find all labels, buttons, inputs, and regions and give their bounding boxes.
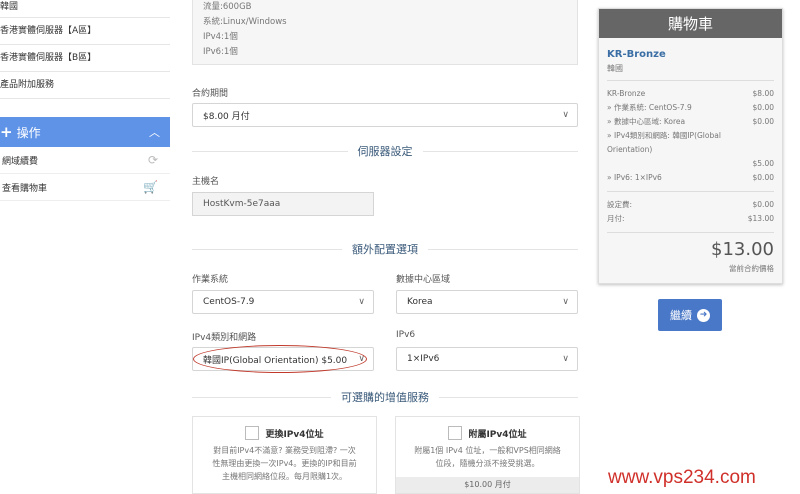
datacenter-label: 數據中心區域	[396, 275, 451, 285]
sidebar-item-hk-b[interactable]: 香港實體伺服器【B區】	[0, 45, 170, 72]
continue-button[interactable]: 繼續 ➜	[658, 299, 722, 331]
addon-desc-line: 主機相同網絡位段。每月限購1次。	[221, 472, 348, 481]
cart-line: KR-Bronze $8.00	[607, 89, 774, 98]
ipv4-label: IPv4類別和網路	[192, 333, 257, 343]
arrow-right-icon: ➜	[697, 308, 710, 322]
cart-product-group: 韓國	[607, 64, 623, 73]
cart-monthly: 月付: $13.00	[607, 214, 774, 223]
billing-cycle-label: 合約期間	[192, 89, 229, 99]
addon-price: $10.00 月付	[396, 477, 579, 493]
spec-ipv6: IPv6:1個	[203, 47, 238, 57]
sidebar-action-view-cart[interactable]: 查看購物車 🛒	[0, 174, 170, 201]
actions-panel: + 操作 ︿ 網域續費 ⟳ 查看購物車 🛒	[0, 117, 170, 204]
datacenter-value: Korea	[407, 297, 433, 307]
cart-line: » 數據中心區域: Korea $0.00	[607, 117, 774, 126]
cart-line: » IPv4類別和網路: 韓國IP(Global	[607, 131, 721, 140]
chevron-down-icon: ∨	[358, 297, 365, 307]
billing-cycle-select[interactable]: $8.00 月付 ∨	[192, 103, 578, 127]
addon-card-extra-ipv4[interactable]: 附屬IPv4位址 附屬1個 IPv4 位址，一般和VPS相同網絡 位段，隨機分派…	[395, 416, 580, 494]
chevron-down-icon: ∨	[562, 110, 569, 120]
hostname-label: 主機名	[192, 177, 220, 187]
addon-desc-line: 性無理由更換一次IPv4。更換的IP和目前	[212, 459, 357, 468]
sidebar-item-korea[interactable]: 韓國	[0, 0, 170, 18]
addon-title: 更換IPv4位址	[265, 429, 324, 440]
cart-total: $13.00	[711, 239, 774, 260]
addons-heading: 可選購的增值服務	[192, 391, 578, 404]
spec-os: 系統:Linux/Windows	[203, 17, 287, 27]
cart-line: » IPv6: 1×IPv6 $0.00	[607, 173, 774, 182]
cart-product-name: KR-Bronze	[607, 49, 666, 60]
plus-icon: +	[0, 123, 13, 141]
addon-desc-line: 對目前IPv4不滿意? 業務受到阻滯? 一次	[213, 446, 356, 455]
cart-line: » 作業系統: CentOS-7.9 $0.00	[607, 103, 774, 112]
sidebar-category-list: 韓國 香港實體伺服器【A區】 香港實體伺服器【B區】 產品附加服務	[0, 0, 170, 99]
cart-line: $5.00	[752, 159, 774, 168]
server-config-heading: 伺服器設定	[192, 145, 578, 158]
chevron-down-icon: ∨	[562, 354, 569, 364]
os-select[interactable]: CentOS-7.9 ∨	[192, 290, 374, 314]
actions-panel-header[interactable]: + 操作 ︿	[0, 117, 170, 147]
ipv6-label: IPv6	[396, 330, 416, 340]
spec-bandwidth: 流量:600GB	[203, 2, 252, 12]
section-title: 額外配置選項	[352, 243, 418, 256]
cart-icon: 🛒	[143, 180, 158, 194]
cart-title: 購物車	[599, 9, 782, 38]
spec-ipv4: IPv4:1個	[203, 32, 238, 42]
actions-title: 操作	[16, 126, 41, 140]
addon-title: 附屬IPv4位址	[468, 429, 527, 440]
chevron-up-icon[interactable]: ︿	[149, 124, 160, 140]
action-label: 查看購物車	[2, 183, 48, 194]
product-spec-box: 流量:600GB 系統:Linux/Windows IPv4:1個 IPv6:1…	[192, 0, 578, 65]
hostname-input[interactable]: HostKvm-5e7aaa	[192, 192, 374, 216]
datacenter-select[interactable]: Korea ∨	[396, 290, 578, 314]
addon-checkbox[interactable]	[448, 426, 463, 440]
os-label: 作業系統	[192, 275, 229, 285]
continue-label: 繼續	[670, 309, 692, 322]
watermark: www.vps234.com	[608, 467, 756, 488]
cart-line: Orientation)	[607, 145, 653, 154]
sidebar-item-hk-a[interactable]: 香港實體伺服器【A區】	[0, 18, 170, 45]
extra-config-heading: 額外配置選項	[192, 243, 578, 256]
os-value: CentOS-7.9	[203, 297, 255, 307]
addon-card-change-ipv4[interactable]: 更換IPv4位址 對目前IPv4不滿意? 業務受到阻滯? 一次 性無理由更換一次…	[192, 416, 377, 494]
addon-checkbox[interactable]	[245, 426, 260, 440]
billing-cycle-value: $8.00 月付	[203, 111, 250, 122]
sidebar-item-addons[interactable]: 產品附加服務	[0, 72, 170, 99]
section-title: 伺服器設定	[357, 145, 413, 158]
ipv6-value: 1×IPv6	[407, 354, 440, 364]
cart-total-caption: 當前合約價格	[729, 264, 774, 273]
refresh-icon: ⟳	[147, 153, 158, 167]
addon-desc-line: 附屬1個 IPv4 位址，一般和VPS相同網絡	[414, 446, 561, 455]
cart-setup-fee: 設定費: $0.00	[607, 200, 774, 209]
highlight-oval	[193, 345, 367, 373]
ipv6-select[interactable]: 1×IPv6 ∨	[396, 347, 578, 371]
action-label: 網域續費	[2, 156, 39, 167]
sidebar-action-domain-renew[interactable]: 網域續費 ⟳	[0, 147, 170, 174]
section-title: 可選購的增值服務	[341, 391, 429, 404]
chevron-down-icon: ∨	[562, 297, 569, 307]
order-summary-cart: 購物車 KR-Bronze 韓國 KR-Bronze $8.00 » 作業系統: …	[598, 8, 783, 284]
addon-desc-line: 位段，隨機分派不接受挑選。	[435, 459, 540, 468]
